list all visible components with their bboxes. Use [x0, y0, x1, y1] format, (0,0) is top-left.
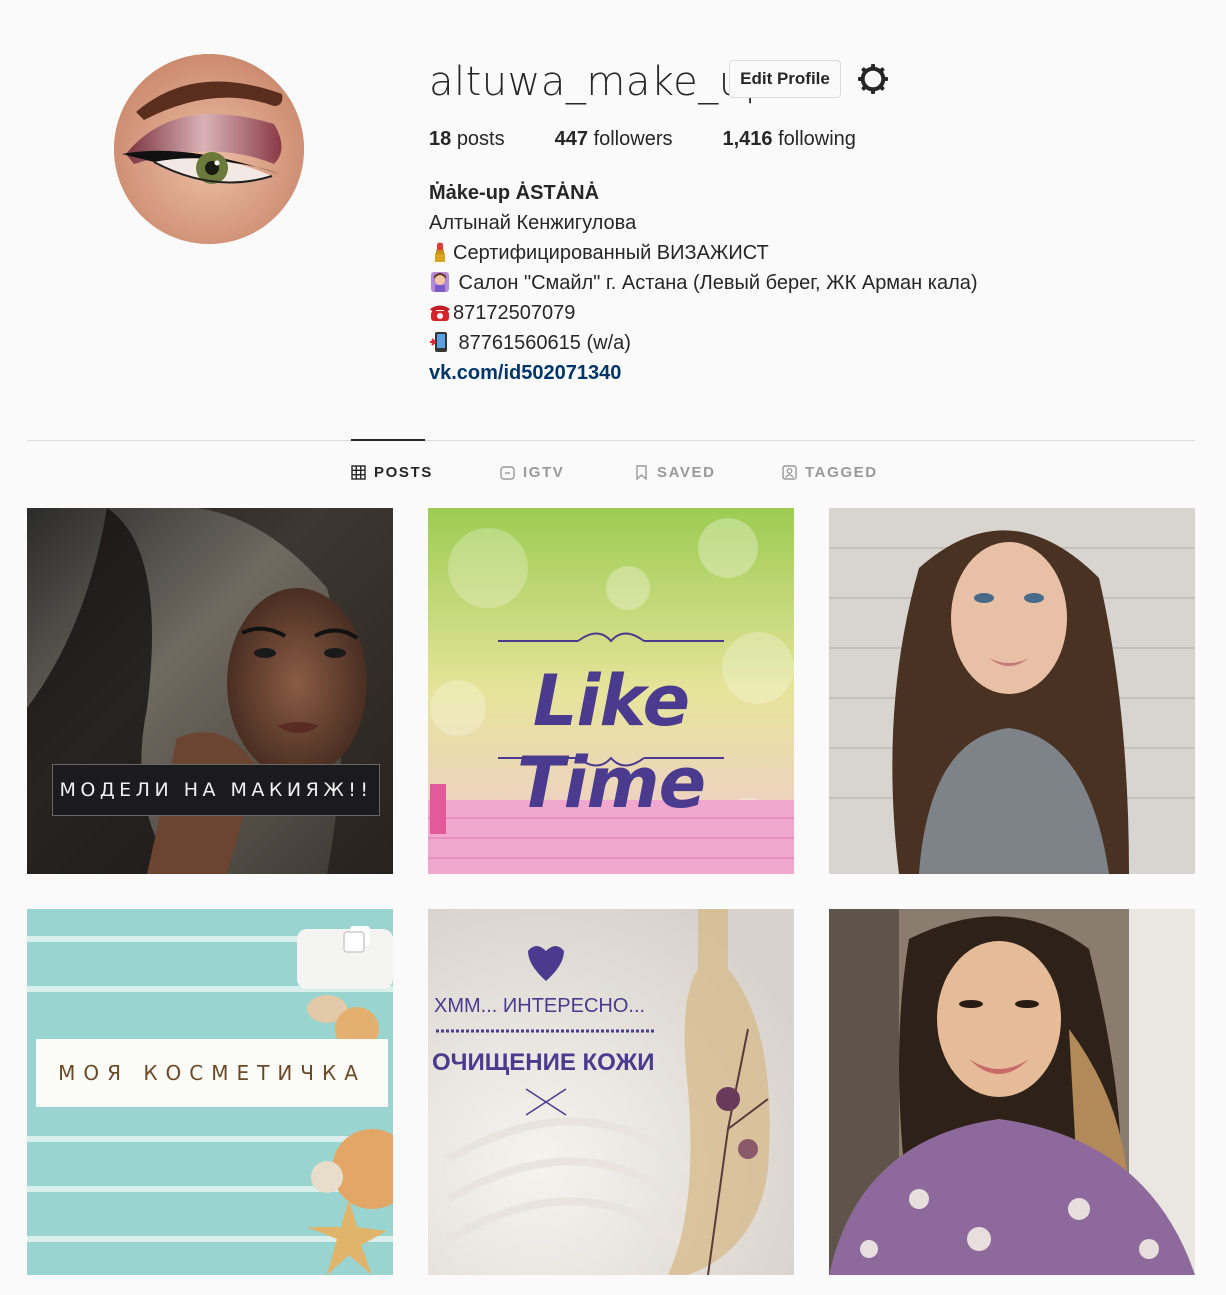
posts-count: 18 posts: [429, 128, 505, 151]
followers-count-label: followers: [593, 128, 673, 150]
post-overlay-caption: Like Time: [516, 660, 706, 824]
telephone-icon: [430, 305, 450, 321]
post-image-skin-cleansing: [428, 909, 794, 1275]
bio-mobile-text: 87761560615 (w/a): [453, 332, 631, 354]
settings-gear-icon[interactable]: [857, 63, 889, 95]
tab-igtv-label: IGTV: [523, 464, 565, 481]
tab-posts-label: POSTS: [374, 464, 433, 481]
tab-igtv[interactable]: IGTV: [500, 464, 564, 481]
multiple-images-icon: [343, 926, 370, 953]
bio-line-fullname: Алтынай Кенжигулова: [429, 208, 978, 238]
bio-external-link[interactable]: vk.com/id502071340: [429, 362, 621, 384]
tab-posts[interactable]: POSTS: [351, 464, 433, 481]
post-image-model-portrait: [27, 508, 393, 874]
tab-saved-label: SAVED: [657, 464, 716, 481]
profile-avatar[interactable]: [114, 54, 304, 244]
bio-certified-text: Сертифицированный ВИЗАЖИСТ: [453, 242, 769, 264]
tagged-icon: [782, 465, 797, 480]
profile-stats: 18 posts 447 followers 1,416 following: [429, 128, 906, 151]
post-overlay-caption: МОЯ КОСМЕТИЧКА: [36, 1039, 388, 1107]
lipstick-icon: [435, 242, 445, 262]
post-thumbnail[interactable]: ХММ... ИНТЕРЕСНО... ОЧИЩЕНИЕ КОЖИ: [428, 909, 794, 1275]
tab-tagged-label: TAGGED: [805, 464, 878, 481]
post-overlay-caption-main: ОЧИЩЕНИЕ КОЖИ: [432, 1049, 655, 1076]
bio-line-certified: Сертифицированный ВИЗАЖИСТ: [429, 238, 978, 268]
salon-woman-icon: [431, 272, 449, 292]
posts-count-number: 18: [429, 128, 452, 150]
tab-tagged[interactable]: TAGGED: [782, 464, 878, 481]
avatar-eye-makeup-image: [114, 54, 304, 244]
bookmark-icon: [636, 465, 647, 480]
post-thumbnail[interactable]: МОЯ КОСМЕТИЧКА: [27, 909, 393, 1275]
igtv-icon: [500, 466, 515, 480]
post-overlay-caption: МОДЕЛИ НА МАКИЯЖ!!: [52, 764, 380, 816]
bio-line-phone: 87172507079: [429, 298, 978, 328]
bio-line-link: vk.com/id502071340: [429, 358, 978, 388]
tab-saved[interactable]: SAVED: [634, 464, 716, 481]
post-thumbnail[interactable]: МОДЕЛИ НА МАКИЯЖ!!: [27, 508, 393, 874]
bio-line-salon: Салон "Смайл" г. Астана (Левый берег, ЖК…: [429, 268, 978, 298]
following-count[interactable]: 1,416 following: [722, 128, 855, 151]
grid-icon: [351, 465, 366, 480]
post-image-model-photo: [829, 508, 1195, 874]
active-tab-indicator: [351, 439, 425, 441]
post-image-selfie: [829, 909, 1195, 1275]
profile-bio: Ṁȧke-up ȦSTȦNȦ Алтынай Кенжигулова Серти…: [429, 178, 978, 388]
post-overlay-caption-top: ХММ... ИНТЕРЕСНО...: [434, 995, 646, 1017]
bio-display-name: Ṁȧke-up ȦSTȦNȦ: [429, 182, 600, 204]
tabs-divider: [27, 440, 1195, 441]
followers-count-number: 447: [554, 128, 588, 150]
mobile-phone-icon: [430, 332, 447, 352]
profile-username: altuwa_make_up: [429, 59, 771, 105]
edit-profile-button[interactable]: Edit Profile: [729, 60, 841, 98]
post-thumbnail[interactable]: [829, 909, 1195, 1275]
bio-fullname-text: Алтынай Кенжигулова: [429, 212, 637, 234]
followers-count[interactable]: 447 followers: [555, 128, 673, 151]
bio-phone-text: 87172507079: [453, 302, 576, 324]
following-count-label: following: [778, 128, 856, 150]
bio-salon-text: Салон "Смайл" г. Астана (Левый берег, ЖК…: [453, 272, 978, 294]
following-count-number: 1,416: [722, 128, 773, 150]
profile-tabs: POSTS IGTV SAVED TAGGED: [0, 464, 1226, 488]
post-thumbnail[interactable]: Like Time: [428, 508, 794, 874]
post-thumbnail[interactable]: [829, 508, 1195, 874]
bio-line-mobile: 87761560615 (w/a): [429, 328, 978, 358]
posts-count-label: posts: [456, 128, 505, 150]
